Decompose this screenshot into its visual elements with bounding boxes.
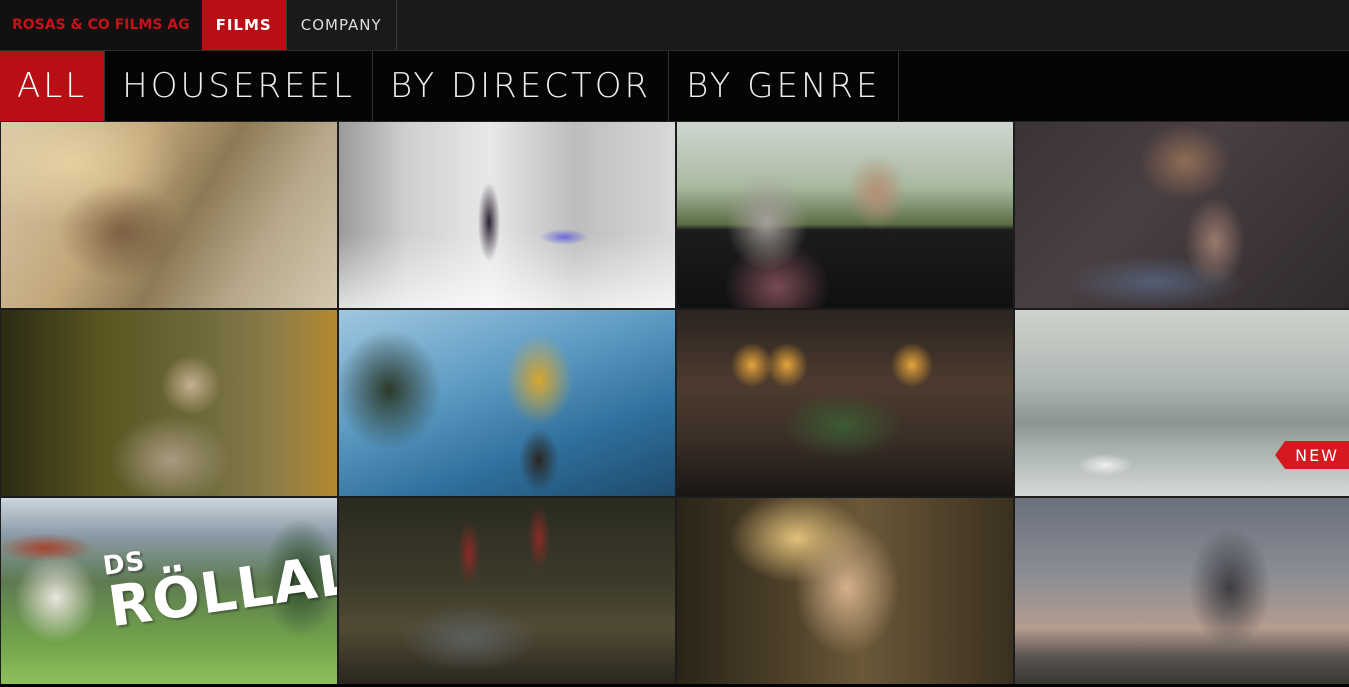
thumbnail-image-detail	[339, 310, 675, 496]
film-thumbnail[interactable]	[339, 498, 675, 684]
thumbnail-image-detail	[677, 498, 1013, 684]
thumbnail-image-detail	[339, 122, 675, 308]
thumbnail-image-detail	[677, 122, 1013, 308]
film-thumbnail[interactable]	[339, 122, 675, 308]
tab-housereel[interactable]: HOUSEREEL	[105, 51, 373, 121]
tab-by-genre[interactable]: BY GENRE	[669, 51, 899, 121]
film-thumbnail[interactable]: NEW	[1015, 310, 1349, 496]
nav-company[interactable]: COMPANY	[287, 0, 397, 50]
thumbnail-image-detail	[339, 498, 675, 684]
film-thumbnail[interactable]	[677, 498, 1013, 684]
thumbnail-image-detail	[1015, 122, 1349, 308]
new-badge: NEW	[1275, 441, 1349, 469]
film-thumbnail[interactable]	[677, 122, 1013, 308]
thumbnail-image-detail	[1015, 498, 1349, 684]
film-thumbnail[interactable]	[1015, 122, 1349, 308]
top-navigation: ROSAS & CO FILMS AG FILMS COMPANY	[0, 0, 1349, 51]
film-thumbnail[interactable]	[339, 310, 675, 496]
film-thumbnail[interactable]: DS RÖLLALI	[1, 498, 337, 684]
nav-films[interactable]: FILMS	[201, 0, 287, 50]
thumbnail-image-detail	[1, 310, 337, 496]
thumbnail-image-detail	[1, 122, 337, 308]
film-thumbnail[interactable]	[677, 310, 1013, 496]
brand-logo[interactable]: ROSAS & CO FILMS AG	[0, 0, 202, 50]
thumbnail-image-detail	[677, 310, 1013, 496]
tab-all[interactable]: ALL	[0, 51, 106, 121]
film-thumbnail[interactable]	[1, 310, 337, 496]
film-thumbnail[interactable]	[1015, 498, 1349, 684]
film-filter-tabs: ALL HOUSEREEL BY DIRECTOR BY GENRE	[0, 51, 1349, 122]
film-thumbnail[interactable]	[1, 122, 337, 308]
film-grid: NEW DS RÖLLALI	[0, 122, 1349, 684]
tab-by-director[interactable]: BY DIRECTOR	[373, 51, 670, 121]
